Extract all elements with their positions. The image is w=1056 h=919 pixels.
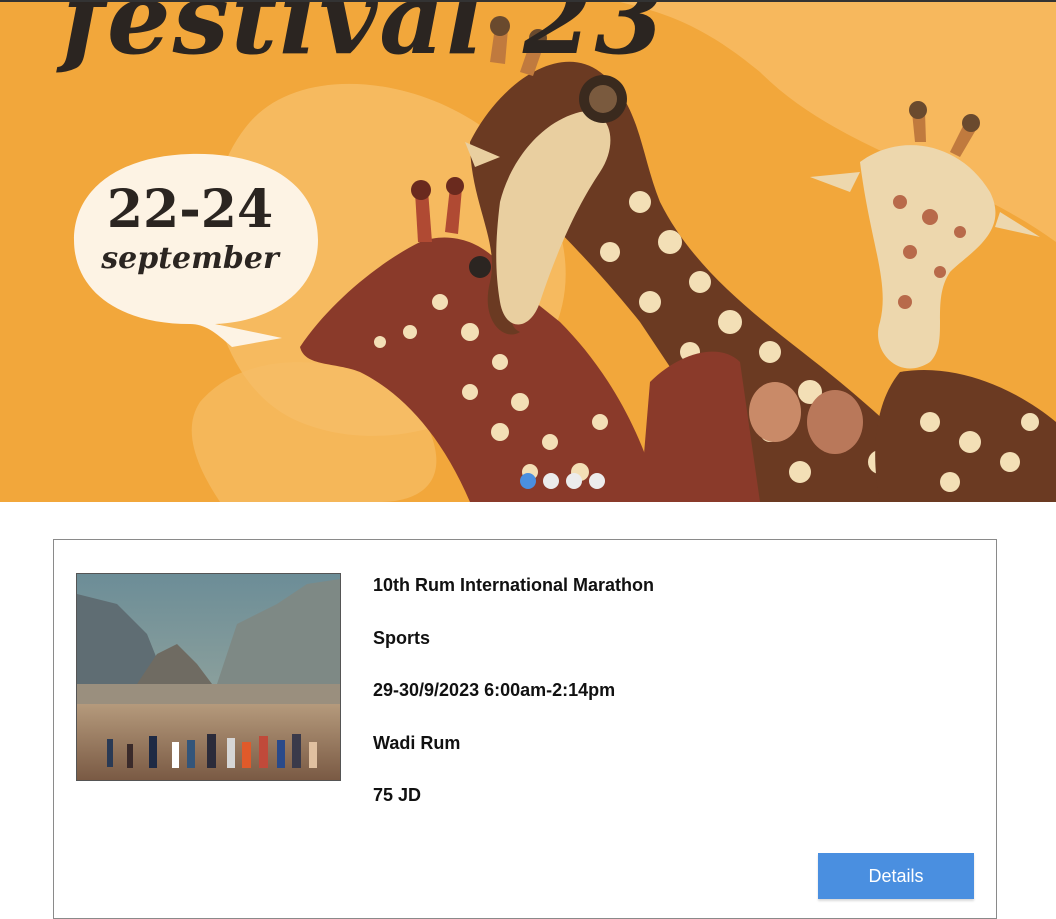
- carousel-dot-4[interactable]: [589, 473, 605, 489]
- event-datetime: 29-30/9/2023 6:00am-2:14pm: [373, 680, 616, 700]
- hero-title: festival 23: [62, 0, 666, 77]
- event-category: Sports: [373, 627, 431, 648]
- event-thumbnail[interactable]: [76, 573, 341, 781]
- event-info: 10th Rum International Marathon Sports 2…: [373, 574, 654, 837]
- details-button[interactable]: Details: [818, 853, 974, 899]
- event-price: 75 JD: [373, 785, 422, 805]
- hero-carousel: festival 23 22-24 september: [0, 0, 1056, 502]
- event-location: Wadi Rum: [373, 732, 461, 753]
- hero-dates: 22-24: [106, 179, 274, 240]
- carousel-dot-2[interactable]: [543, 473, 559, 489]
- carousel-indicators: [520, 473, 605, 489]
- carousel-dot-3[interactable]: [566, 473, 582, 489]
- hero-month: september: [101, 241, 279, 276]
- event-card: 10th Rum International Marathon Sports 2…: [53, 539, 997, 919]
- event-title[interactable]: 10th Rum International Marathon: [373, 574, 654, 627]
- carousel-dot-1[interactable]: [520, 473, 536, 489]
- event-thumbnail-image: [77, 574, 340, 780]
